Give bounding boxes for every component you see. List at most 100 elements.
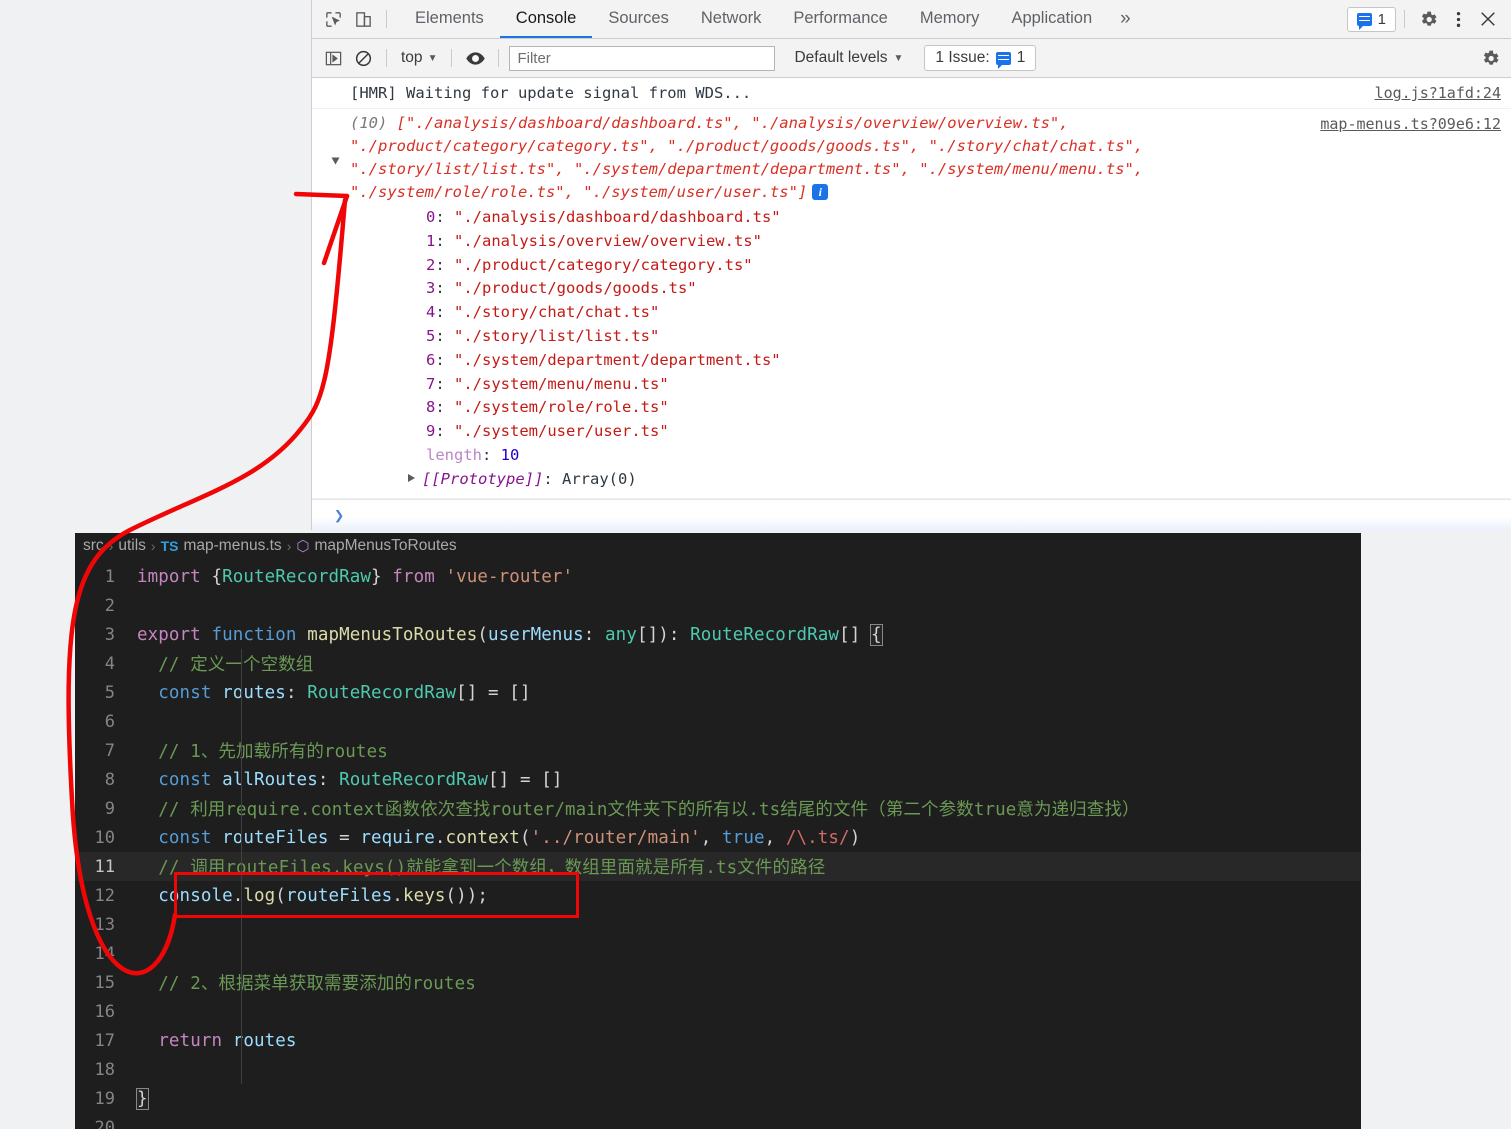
- tabbar-divider: [1404, 10, 1405, 28]
- indent-guide: [241, 939, 242, 968]
- breadcrumb-item-src[interactable]: src: [83, 537, 104, 555]
- array-item-row[interactable]: 4: "./story/chat/chat.ts": [350, 301, 1511, 325]
- code-line[interactable]: 3 export function mapMenusToRoutes(userM…: [75, 620, 1361, 649]
- array-item-row[interactable]: 8: "./system/role/role.ts": [350, 396, 1511, 420]
- issues-toolbar-button[interactable]: 1 Issue: 1: [924, 45, 1037, 71]
- inspect-element-icon[interactable]: [318, 4, 348, 34]
- code-line[interactable]: 9 // 利用require.context函数依次查找router/main文…: [75, 794, 1361, 823]
- tab-network[interactable]: Network: [685, 0, 778, 38]
- line-content: const routes: RouteRecordRaw[] = []: [158, 682, 531, 703]
- line-number: 10: [94, 827, 115, 848]
- array-log-source[interactable]: map-menus.ts?09e6:12: [1320, 112, 1501, 136]
- code-line-active[interactable]: 11 // 调用routeFiles.keys()就能拿到一个数组，数组里面就是…: [75, 852, 1361, 881]
- console-settings-gear-icon[interactable]: [1475, 43, 1505, 73]
- code-line[interactable]: 6: [75, 707, 1361, 736]
- tab-console[interactable]: Console: [499, 0, 593, 38]
- more-tabs-icon[interactable]: »: [1108, 0, 1143, 38]
- prompt-caret-icon: ❯: [334, 505, 345, 526]
- tab-performance[interactable]: Performance: [777, 0, 903, 38]
- kebab-menu-icon[interactable]: [1443, 4, 1473, 34]
- array-item-row[interactable]: 5: "./story/list/list.ts": [350, 325, 1511, 349]
- close-icon[interactable]: [1473, 4, 1503, 34]
- code-line[interactable]: 20: [75, 1113, 1361, 1129]
- device-toolbar-icon[interactable]: [348, 4, 378, 34]
- log-levels-select[interactable]: Default levels ▼: [787, 46, 910, 70]
- filterbar-actions: [1475, 43, 1511, 73]
- array-item-row[interactable]: 1: "./analysis/overview/overview.ts": [350, 230, 1511, 254]
- console-message-source[interactable]: log.js?1afd:24: [1375, 81, 1501, 105]
- tab-elements[interactable]: Elements: [399, 0, 500, 38]
- code-line[interactable]: 15 // 2、根据菜单获取需要添加的routes: [75, 968, 1361, 997]
- code-line[interactable]: 5 const routes: RouteRecordRaw[] = []: [75, 678, 1361, 707]
- array-length-row[interactable]: length: 10: [350, 444, 1511, 468]
- array-item-value: "./analysis/dashboard/dashboard.ts": [454, 208, 781, 226]
- indent-guide: [241, 707, 242, 736]
- array-item-value: "./story/list/list.ts": [454, 326, 660, 345]
- code-line[interactable]: 14: [75, 939, 1361, 968]
- console-message-array[interactable]: map-menus.ts?09e6:12 (10) ["./analysis/d…: [312, 109, 1511, 499]
- function-symbol-icon: ⬡: [296, 537, 310, 555]
- info-badge-icon[interactable]: i: [812, 184, 829, 200]
- tab-application[interactable]: Application: [995, 0, 1108, 38]
- issues-count: 1: [1377, 10, 1386, 28]
- line-content: // 1、先加载所有的routes: [137, 738, 388, 763]
- array-expand-triangle-icon[interactable]: [331, 157, 340, 165]
- array-item-row[interactable]: 9: "./system/user/user.ts": [350, 420, 1511, 444]
- clear-console-icon[interactable]: [348, 43, 378, 73]
- code-line[interactable]: 1 import {RouteRecordRaw} from 'vue-rout…: [75, 562, 1361, 591]
- code-line[interactable]: 8 const allRoutes: RouteRecordRaw[] = []: [75, 765, 1361, 794]
- indent-guide: [241, 881, 242, 910]
- array-prototype-row[interactable]: [[Prototype]]: Array(0): [350, 468, 1511, 492]
- breadcrumb-item-utils[interactable]: utils: [118, 537, 146, 555]
- live-expression-eye-icon[interactable]: [460, 43, 490, 73]
- line-number: 9: [104, 798, 115, 819]
- console-message-hmr[interactable]: [HMR] Waiting for update signal from WDS…: [312, 78, 1511, 109]
- console-prompt[interactable]: ❯: [312, 498, 1511, 530]
- comment-text: // 定义一个空数组: [158, 655, 314, 675]
- code-line[interactable]: 10 const routeFiles = require.context('.…: [75, 823, 1361, 852]
- ts-file-icon: TS: [160, 537, 179, 554]
- code-lines[interactable]: 1 import {RouteRecordRaw} from 'vue-rout…: [75, 558, 1361, 1129]
- array-item-value: "./product/goods/goods.ts": [454, 279, 697, 298]
- code-line[interactable]: 19 }: [75, 1084, 1361, 1113]
- line-content: return routes: [158, 1030, 297, 1051]
- issues-label: 1 Issue:: [935, 49, 990, 66]
- prototype-expand-triangle-icon[interactable]: [408, 473, 415, 482]
- array-item-row[interactable]: 6: "./system/department/department.ts": [350, 349, 1511, 373]
- array-item-row[interactable]: 0: "./analysis/dashboard/dashboard.ts": [350, 206, 1511, 230]
- code-line[interactable]: 16: [75, 997, 1361, 1026]
- code-line[interactable]: 17 return routes: [75, 1026, 1361, 1055]
- filterbar-divider-1: [386, 49, 387, 67]
- indent-guide: [241, 794, 242, 823]
- array-item-row[interactable]: 7: "./system/menu/menu.ts": [350, 373, 1511, 397]
- console-output[interactable]: [HMR] Waiting for update signal from WDS…: [312, 78, 1511, 530]
- issues-toolbar-count: 1: [1016, 49, 1026, 66]
- code-line[interactable]: 13: [75, 910, 1361, 939]
- line-number: 11: [94, 856, 115, 877]
- code-line[interactable]: 12 console.log(routeFiles.keys());: [75, 881, 1361, 910]
- code-line[interactable]: 4 // 定义一个空数组: [75, 649, 1361, 678]
- indent-guide: [241, 910, 242, 939]
- issues-badge-button[interactable]: 1: [1346, 6, 1396, 32]
- breadcrumb-item-symbol[interactable]: mapMenusToRoutes: [314, 537, 456, 555]
- tab-memory[interactable]: Memory: [904, 0, 996, 38]
- tab-sources[interactable]: Sources: [592, 0, 685, 38]
- array-item-row[interactable]: 3: "./product/goods/goods.ts": [350, 277, 1511, 301]
- code-line[interactable]: 18: [75, 1055, 1361, 1084]
- array-item-index: 3: [426, 279, 436, 298]
- code-line[interactable]: 7 // 1、先加载所有的routes: [75, 736, 1361, 765]
- breadcrumb-item-file[interactable]: map-menus.ts: [183, 537, 281, 555]
- code-line[interactable]: 2: [75, 591, 1361, 620]
- line-number: 5: [104, 682, 115, 703]
- array-item-row[interactable]: 2: "./product/category/category.ts": [350, 254, 1511, 278]
- line-number: 20: [94, 1117, 115, 1129]
- comment-text: // 2、根据菜单获取需要添加的routes: [158, 974, 476, 994]
- indent-guide: [241, 765, 242, 794]
- line-content: import {RouteRecordRaw} from 'vue-router…: [137, 566, 574, 587]
- line-number: 7: [104, 740, 115, 761]
- execution-context-select[interactable]: top ▼: [395, 47, 443, 69]
- gear-icon[interactable]: [1413, 4, 1443, 34]
- console-filter-input[interactable]: [509, 45, 776, 71]
- console-sidebar-toggle-icon[interactable]: [318, 43, 348, 73]
- array-item-index: 2: [426, 255, 436, 274]
